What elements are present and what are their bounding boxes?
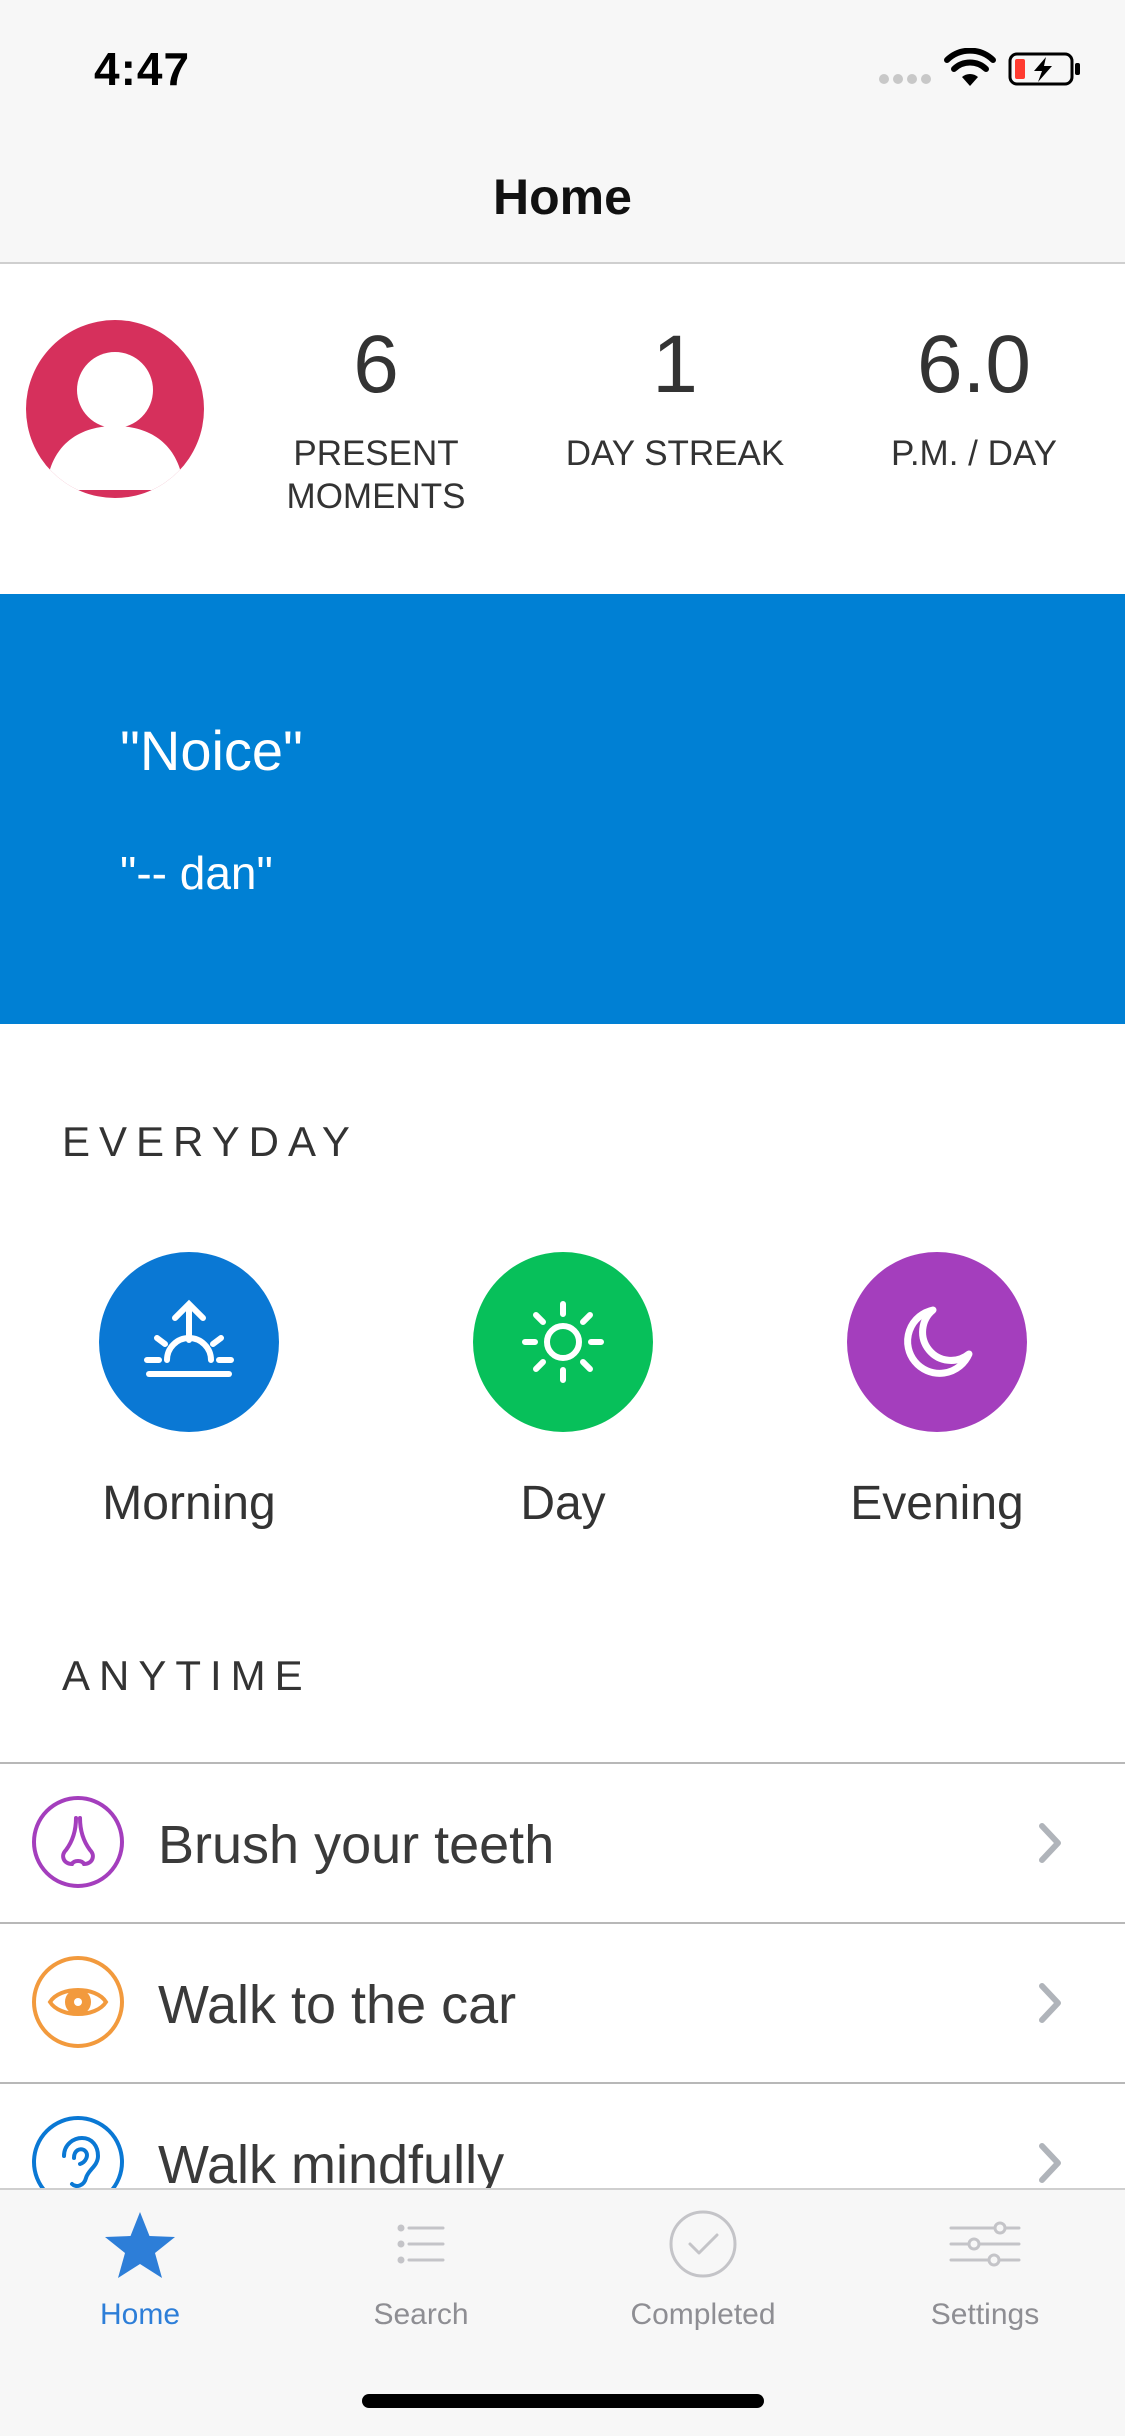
stat-present-moments: 6 PRESENT MOMENTS (246, 324, 506, 518)
chevron-right-icon (1039, 1983, 1061, 2023)
tab-label: Settings (930, 2298, 1040, 2331)
list-item[interactable]: Walk to the car (0, 1922, 1125, 2082)
stat-value: 6 (353, 319, 399, 410)
battery-charging-icon (1008, 52, 1080, 86)
user-silhouette-icon (46, 352, 184, 490)
list-item[interactable]: Brush your teeth (0, 1762, 1125, 1922)
tab-completed[interactable]: Completed (583, 2206, 823, 2332)
list-item-label: Walk to the car (158, 1975, 517, 2035)
moon-icon (904, 1306, 973, 1377)
quote-banner: "Noice" "-- dan" (0, 594, 1125, 1024)
tab-label: Home (99, 2298, 181, 2331)
cellular-signal-icon (879, 74, 931, 84)
stat-label-line: MOMENTS (286, 477, 466, 516)
chevron-right-icon (1039, 2143, 1061, 2183)
list-item-label: Brush your teeth (158, 1815, 555, 1875)
time-label: Day (520, 1477, 606, 1530)
page-title: Home (493, 169, 632, 225)
stat-day-streak: 1 DAY STREAK (545, 324, 805, 475)
anytime-list: Brush your teeth Walk to the car Walk mi… (0, 1762, 1125, 2242)
tab-home[interactable]: Home (20, 2206, 260, 2332)
stat-label-line: PRESENT (293, 434, 459, 473)
time-label: Evening (850, 1477, 1024, 1530)
nose-icon (32, 1796, 124, 1888)
quote-text: "Noice" (120, 719, 303, 782)
morning-circle (99, 1252, 279, 1432)
everyday-morning-button[interactable]: Morning (39, 1252, 339, 1531)
evening-circle (847, 1252, 1027, 1432)
sunrise-icon (144, 1299, 234, 1377)
navigation-bar: Home (0, 132, 1125, 264)
day-circle (473, 1252, 653, 1432)
wifi-icon (944, 48, 996, 86)
stat-value: 1 (652, 319, 698, 410)
profile-stats-section: 6 PRESENT MOMENTS 1 DAY STREAK 6.0 P.M. … (0, 266, 1125, 594)
tab-label: Completed (630, 2298, 776, 2331)
time-label: Morning (102, 1477, 276, 1530)
avatar[interactable] (26, 320, 204, 498)
checkmark-circle-icon (669, 2210, 737, 2278)
chevron-right-icon (1039, 1823, 1061, 1863)
stat-label: P.M. / DAY (891, 434, 1057, 473)
stat-label: PRESENT MOMENTS (246, 432, 506, 518)
stat-pm-per-day: 6.0 P.M. / DAY (844, 324, 1104, 475)
sliders-icon (949, 2221, 1021, 2267)
tab-label: Search (373, 2298, 469, 2331)
stat-value: 6.0 (917, 319, 1031, 410)
star-icon (105, 2212, 175, 2278)
stat-label: DAY STREAK (565, 434, 785, 473)
quote-author: "-- dan" (120, 847, 273, 899)
eye-icon (32, 1956, 124, 2048)
status-time: 4:47 (94, 43, 191, 95)
list-icon (397, 2224, 445, 2264)
tab-settings[interactable]: Settings (865, 2206, 1105, 2332)
everyday-evening-button[interactable]: Evening (787, 1252, 1087, 1531)
status-bar: 4:47 (0, 0, 1125, 132)
list-item-label: Walk mindfully (158, 2135, 505, 2195)
sun-icon (522, 1301, 604, 1383)
home-indicator[interactable] (362, 2394, 764, 2408)
everyday-day-button[interactable]: Day (413, 1252, 713, 1531)
section-header-everyday: EVERYDAY (62, 1118, 359, 1165)
tab-search[interactable]: Search (301, 2206, 541, 2332)
section-header-anytime: ANYTIME (62, 1652, 312, 1699)
